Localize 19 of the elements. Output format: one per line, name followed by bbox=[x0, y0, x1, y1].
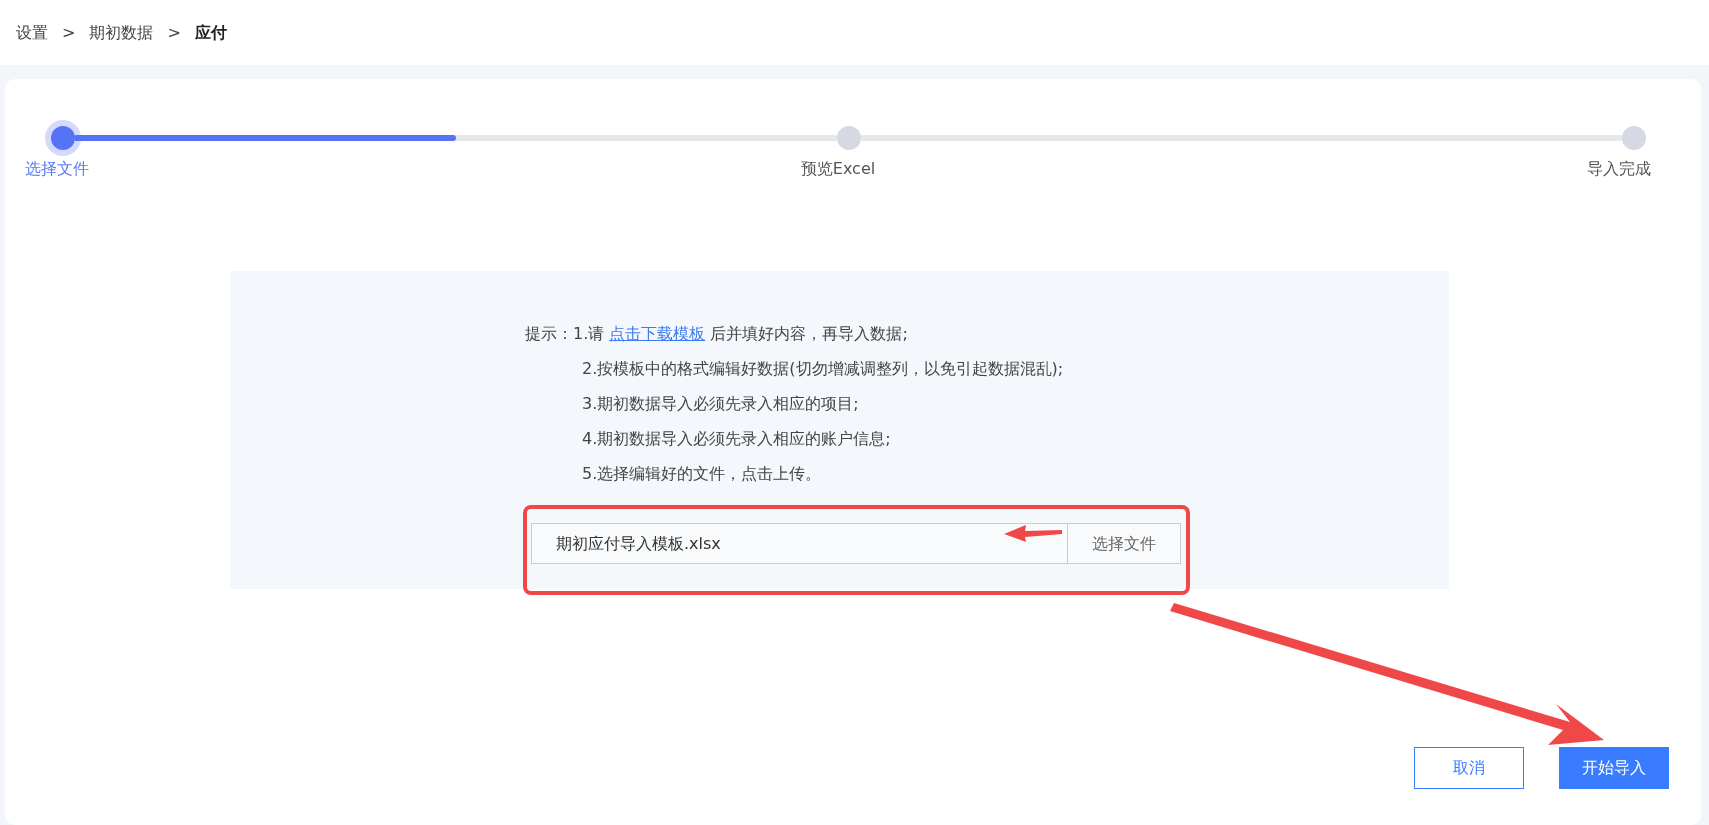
hint-text: 4.期初数据导入必须先录入相应的账户信息; bbox=[581, 428, 892, 450]
breadcrumb-link[interactable]: 设置 bbox=[16, 20, 48, 45]
breadcrumb-current: 应付 bbox=[194, 21, 227, 44]
hint-text: 5.选择编辑好的文件，点击上传。 bbox=[581, 463, 823, 485]
hint-text: 3.期初数据导入必须先录入相应的项目; bbox=[581, 393, 860, 415]
annotation-arrow bbox=[1004, 525, 1062, 542]
hint-text: 2.按模板中的格式编辑好数据(切勿增减调整列，以免引起数据混乱); bbox=[581, 358, 1065, 380]
breadcrumb-link[interactable]: 期初数据 bbox=[89, 20, 154, 45]
breadcrumb-separator: > bbox=[167, 21, 181, 44]
hint-text: 提示：1.请 点击下载模板 后并填好内容，再导入数据; bbox=[525, 323, 909, 345]
step-label: 导入完成 bbox=[1587, 158, 1651, 180]
file-input-field[interactable]: 期初应付导入模板.xlsx 选择文件 bbox=[531, 523, 1181, 564]
start-import-button[interactable]: 开始导入 bbox=[1559, 747, 1669, 789]
step-label: 预览Excel bbox=[800, 158, 876, 180]
choose-file-button[interactable]: 选择文件 bbox=[1067, 524, 1180, 563]
breadcrumb-separator: > bbox=[62, 21, 76, 44]
cancel-button[interactable]: 取消 bbox=[1414, 747, 1524, 789]
step-label: 选择文件 bbox=[25, 158, 89, 180]
download-template-link[interactable]: 点击下载模板 bbox=[609, 324, 706, 343]
